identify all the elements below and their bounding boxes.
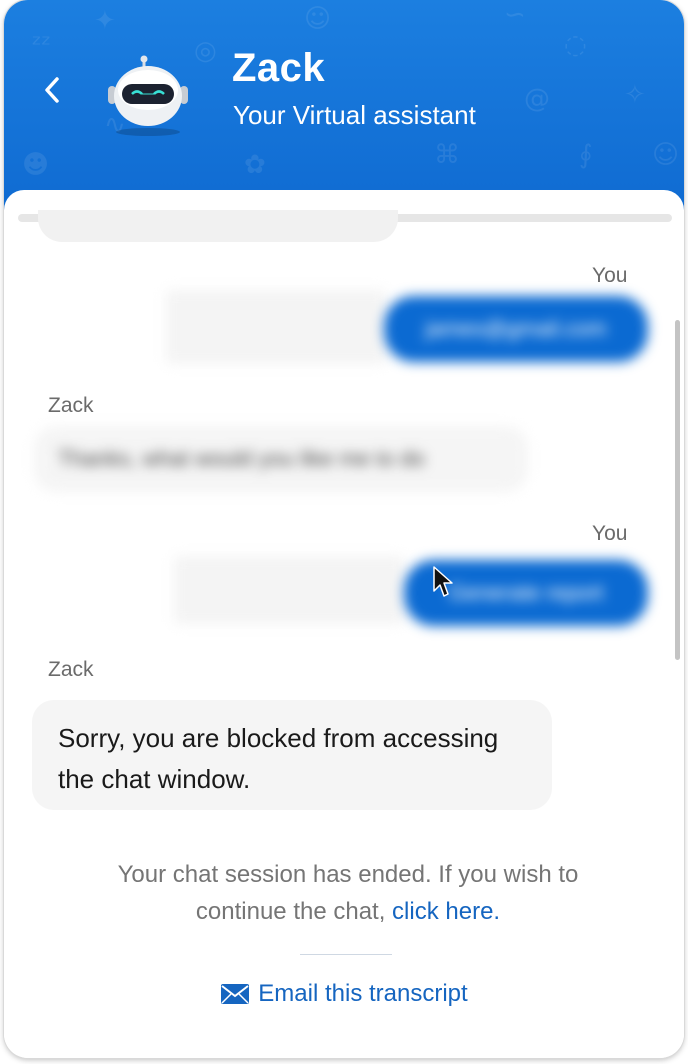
bot-name: Zack — [232, 46, 326, 90]
back-button[interactable] — [32, 70, 72, 110]
bot-message-text-line2: the chat window. — [58, 764, 251, 794]
chevron-left-icon — [45, 77, 59, 103]
user-message-bubble: james@gmail.com — [384, 296, 648, 362]
scrollbar-thumb[interactable] — [675, 320, 680, 660]
user-message-text: james@gmail.com — [425, 316, 607, 341]
message-shadow — [166, 290, 386, 364]
divider — [300, 954, 392, 955]
bot-message-text: Thanks, what would you like me to do — [58, 446, 425, 471]
mouse-cursor-icon — [433, 566, 453, 597]
robot-avatar — [108, 55, 188, 136]
email-transcript-label: Email this transcript — [258, 980, 468, 1007]
session-ended-notice: Your chat session has ended. If you wish… — [4, 856, 684, 930]
bot-subtitle: Your Virtual assistant — [233, 100, 476, 130]
previous-message-bubble — [38, 210, 398, 242]
chat-window: ✦ ᶻᶻ ◎ ☺ ∽ ◌ @ ✧ ☻ ✿ ⌘ ∮ ☺ ∿ Zack Your V… — [4, 0, 684, 1058]
bot-message-bubble: Thanks, what would you like me to do — [34, 426, 528, 492]
sender-label-bot: Zack — [48, 658, 94, 681]
message-shadow — [174, 556, 404, 624]
envelope-icon — [221, 984, 250, 1004]
chat-header: ✦ ᶻᶻ ◎ ☺ ∽ ◌ @ ✧ ☻ ✿ ⌘ ∮ ☺ ∿ Zack Your V… — [4, 0, 684, 220]
session-ended-line1: Your chat session has ended. If you wish… — [117, 861, 579, 888]
sender-label-you: You — [592, 264, 628, 287]
sender-label-you: You — [592, 522, 628, 545]
sender-label-bot: Zack — [48, 394, 94, 417]
bot-message-bubble: Sorry, you are blocked from accessing th… — [32, 700, 552, 810]
bot-message-text-line1: Sorry, you are blocked from accessing — [58, 723, 499, 753]
user-message-text: Generate report — [448, 580, 604, 605]
email-transcript-button[interactable]: Email this transcript — [4, 980, 684, 1008]
continue-chat-link[interactable]: click here. — [392, 898, 500, 925]
session-ended-line2: continue the chat, — [195, 898, 386, 925]
